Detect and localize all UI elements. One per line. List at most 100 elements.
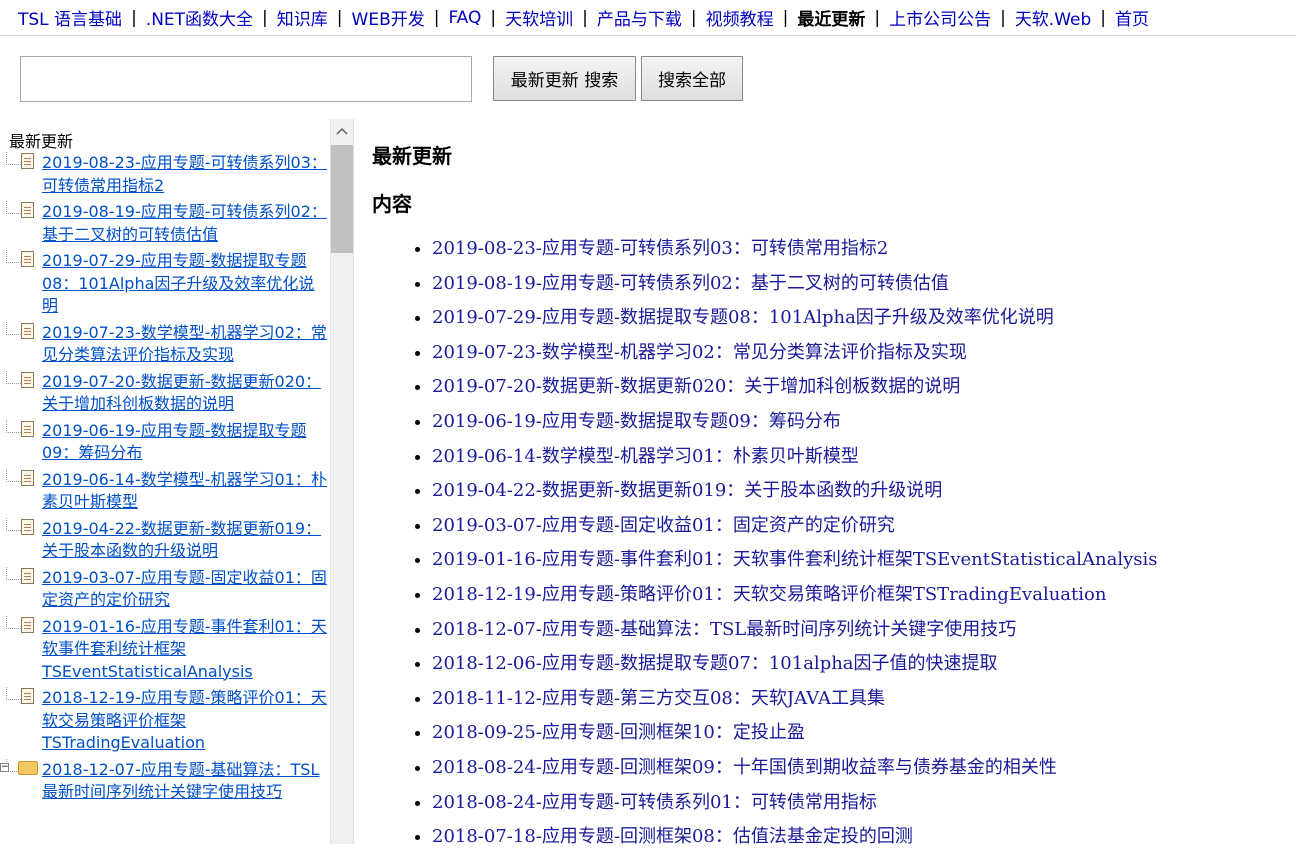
list-item: 2019-07-20-数据更新-数据更新020：关于增加科创板数据的说明 (432, 376, 1296, 398)
tree-item[interactable]: 2019-06-19-应用专题-数据提取专题09：筹码分布 (0, 419, 330, 465)
document-icon (21, 202, 34, 218)
page-title: 最新更新 (372, 144, 452, 168)
content-list: 2019-08-23-应用专题-可转债系列03：可转债常用指标2 2019-08-… (372, 238, 1296, 861)
tree-item-link[interactable]: 2019-06-19-应用专题-数据提取专题09：筹码分布 (42, 421, 307, 463)
tree-list: 2019-08-23-应用专题-可转债系列03：可转债常用指标2 2019-08-… (0, 152, 330, 808)
tree-connector (6, 468, 21, 482)
list-item: 2018-11-12-应用专题-第三方交互08：天软JAVA工具集 (432, 688, 1296, 710)
content-link[interactable]: 2019-06-14-数学模型-机器学习01：朴素贝叶斯模型 (432, 446, 859, 467)
top-navigation: TSL 语言基础 | .NET函数大全 | 知识库 | WEB开发 | FAQ | 天软培训 | 产品与… (0, 0, 1296, 36)
tree-connector (6, 566, 21, 580)
collapse-toggle-icon[interactable]: − (0, 762, 9, 772)
nav-separator: | (433, 7, 440, 28)
scroll-thumb[interactable] (331, 145, 353, 253)
nav-link[interactable]: .NET函数大全 (146, 5, 253, 30)
list-item: 2019-08-23-应用专题-可转债系列03：可转债常用指标2 (432, 238, 1296, 260)
nav-link[interactable]: WEB开发 (352, 5, 425, 30)
list-item: 2018-12-19-应用专题-策略评价01：天软交易策略评价框架TSTradi… (432, 584, 1296, 606)
nav-separator: | (131, 7, 137, 28)
content-link[interactable]: 2019-08-23-应用专题-可转债系列03：可转债常用指标2 (432, 238, 888, 259)
nav-separator: | (1100, 7, 1107, 28)
tree-item[interactable]: 2019-06-14-数学模型-机器学习01：朴素贝叶斯模型 (0, 468, 330, 514)
nav-link[interactable]: 视频教程 (706, 5, 774, 30)
list-item: 2019-07-29-应用专题-数据提取专题08：101Alpha因子升级及效率… (432, 307, 1296, 329)
search-recent-button[interactable]: 最新更新 搜索 (493, 56, 636, 101)
list-item: 2018-12-07-应用专题-基础算法：TSL最新时间序列统计关键字使用技巧 (432, 619, 1296, 641)
tree-connector (6, 250, 21, 263)
content-link[interactable]: 2019-07-29-应用专题-数据提取专题08：101Alpha因子升级及效率… (432, 307, 1054, 328)
tree-item[interactable]: − 2018-12-07-应用专题-基础算法：TSL最新时间序列统计关键字使用技巧 (0, 758, 330, 804)
tree-item-link[interactable]: 2018-12-07-应用专题-基础算法：TSL最新时间序列统计关键字使用技巧 (42, 760, 319, 802)
tree-root-label: 最新更新 (9, 132, 74, 151)
document-icon (21, 616, 34, 633)
content-link[interactable]: 2018-08-24-应用专题-可转债系列01：可转债常用指标 (432, 792, 877, 813)
tree-item[interactable]: 2019-03-07-应用专题-固定收益01：固定资产的定价研究 (0, 566, 330, 612)
nav-separator: | (582, 7, 588, 28)
document-icon (21, 567, 34, 584)
nav-link[interactable]: 天软培训 (505, 5, 573, 30)
list-item: 2019-08-19-应用专题-可转债系列02：基于二叉树的可转债估值 (432, 273, 1296, 295)
content-link[interactable]: 2018-12-06-应用专题-数据提取专题07：101alpha因子值的快速提… (432, 653, 998, 674)
content-link[interactable]: 2018-08-24-应用专题-回测框架09：十年国债到期收益率与债券基金的相关… (432, 757, 1057, 778)
nav-separator: | (690, 7, 697, 28)
tree-connector (6, 152, 21, 165)
nav-link[interactable]: TSL 语言基础 (18, 5, 122, 30)
tree-connector (6, 419, 21, 433)
nav-link[interactable]: 上市公司公告 (889, 5, 991, 30)
tree-item-link[interactable]: 2019-07-23-数学模型-机器学习02：常见分类算法评价指标及实现 (42, 323, 327, 365)
nav-link[interactable]: 天软.Web (1015, 5, 1091, 30)
content-link[interactable]: 2018-12-19-应用专题-策略评价01：天软交易策略评价框架TSTradi… (432, 584, 1106, 605)
search-input[interactable] (20, 56, 472, 102)
tree-item-link[interactable]: 2018-12-19-应用专题-策略评价01：天软交易策略评价框架TSTradi… (42, 688, 327, 752)
tree-item[interactable]: 2019-04-22-数据更新-数据更新019：关于股本函数的升级说明 (0, 517, 330, 563)
tree-item[interactable]: 2019-01-16-应用专题-事件套利01：天软事件套利统计框架TSEvent… (0, 615, 330, 684)
tree-item[interactable]: 2019-07-23-数学模型-机器学习02：常见分类算法评价指标及实现 (0, 321, 330, 367)
tree-item-link[interactable]: 2019-08-23-应用专题-可转债系列03：可转债常用指标2 (42, 153, 327, 195)
document-icon (21, 469, 34, 486)
tree-item-link[interactable]: 2019-07-20-数据更新-数据更新020：关于增加科创板数据的说明 (42, 372, 321, 414)
nav-separator: | (874, 7, 881, 28)
content-link[interactable]: 2019-04-22-数据更新-数据更新019：关于股本函数的升级说明 (432, 480, 942, 501)
nav-link[interactable]: 最近更新 (797, 5, 865, 30)
tree-item-link[interactable]: 2019-07-29-应用专题-数据提取专题08：101Alpha因子升级及效率… (42, 251, 314, 315)
list-item: 2019-06-14-数学模型-机器学习01：朴素贝叶斯模型 (432, 446, 1296, 468)
tree-item-link[interactable]: 2019-04-22-数据更新-数据更新019：关于股本函数的升级说明 (42, 519, 321, 561)
nav-separator: | (490, 7, 497, 28)
tree-connector (6, 517, 21, 531)
content-link[interactable]: 2019-01-16-应用专题-事件套利01：天软事件套利统计框架TSEvent… (432, 549, 1158, 570)
list-item: 2018-08-24-应用专题-可转债系列01：可转债常用指标 (432, 792, 1296, 814)
tree-item-link[interactable]: 2019-03-07-应用专题-固定收益01：固定资产的定价研究 (42, 568, 327, 610)
nav-link[interactable]: 知识库 (277, 5, 328, 30)
tree-item[interactable]: 2019-07-20-数据更新-数据更新020：关于增加科创板数据的说明 (0, 370, 330, 416)
content-link[interactable]: 2018-09-25-应用专题-回测框架10：定投止盈 (432, 722, 805, 743)
content-link[interactable]: 2018-12-07-应用专题-基础算法：TSL最新时间序列统计关键字使用技巧 (432, 619, 1016, 640)
tree-item[interactable]: 2019-08-19-应用专题-可转债系列02：基于二叉树的可转债估值 (0, 201, 330, 246)
tree-item-link[interactable]: 2019-06-14-数学模型-机器学习01：朴素贝叶斯模型 (42, 470, 327, 512)
tree-scrollbar[interactable] (330, 119, 354, 844)
list-item: 2019-07-23-数学模型-机器学习02：常见分类算法评价指标及实现 (432, 342, 1296, 364)
tree-item[interactable]: 2019-07-29-应用专题-数据提取专题08：101Alpha因子升级及效率… (0, 250, 330, 318)
tree-connector (6, 687, 21, 700)
folder-open-icon (18, 760, 38, 775)
document-icon (21, 322, 34, 339)
content-link[interactable]: 2018-11-12-应用专题-第三方交互08：天软JAVA工具集 (432, 688, 885, 709)
tree-item[interactable]: 2019-08-23-应用专题-可转债系列03：可转债常用指标2 (0, 152, 330, 197)
content-link[interactable]: 2019-08-19-应用专题-可转债系列02：基于二叉树的可转债估值 (432, 273, 949, 294)
tree-item-link[interactable]: 2019-08-19-应用专题-可转债系列02：基于二叉树的可转债估值 (42, 202, 327, 244)
content-link[interactable]: 2019-07-23-数学模型-机器学习02：常见分类算法评价指标及实现 (432, 342, 967, 363)
scroll-up-button[interactable] (331, 119, 353, 143)
list-item: 2019-06-19-应用专题-数据提取专题09：筹码分布 (432, 411, 1296, 433)
nav-separator: | (336, 7, 343, 28)
list-item: 2018-07-18-应用专题-回测框架08：估值法基金定投的回测 (432, 826, 1296, 848)
list-item: 2019-04-22-数据更新-数据更新019：关于股本函数的升级说明 (432, 480, 1296, 502)
tree-item[interactable]: 2018-12-19-应用专题-策略评价01：天软交易策略评价框架TSTradi… (0, 687, 330, 755)
nav-link[interactable]: 首页 (1115, 5, 1149, 30)
content-link[interactable]: 2019-07-20-数据更新-数据更新020：关于增加科创板数据的说明 (432, 376, 960, 397)
content-link[interactable]: 2019-03-07-应用专题-固定收益01：固定资产的定价研究 (432, 515, 895, 536)
tree-item-link[interactable]: 2019-01-16-应用专题-事件套利01：天软事件套利统计框架TSEvent… (42, 617, 327, 681)
nav-link[interactable]: FAQ (448, 8, 481, 28)
content-link[interactable]: 2019-06-19-应用专题-数据提取专题09：筹码分布 (432, 411, 841, 432)
document-icon (21, 420, 34, 437)
nav-link[interactable]: 产品与下载 (597, 5, 682, 30)
search-all-button[interactable]: 搜索全部 (641, 56, 743, 101)
